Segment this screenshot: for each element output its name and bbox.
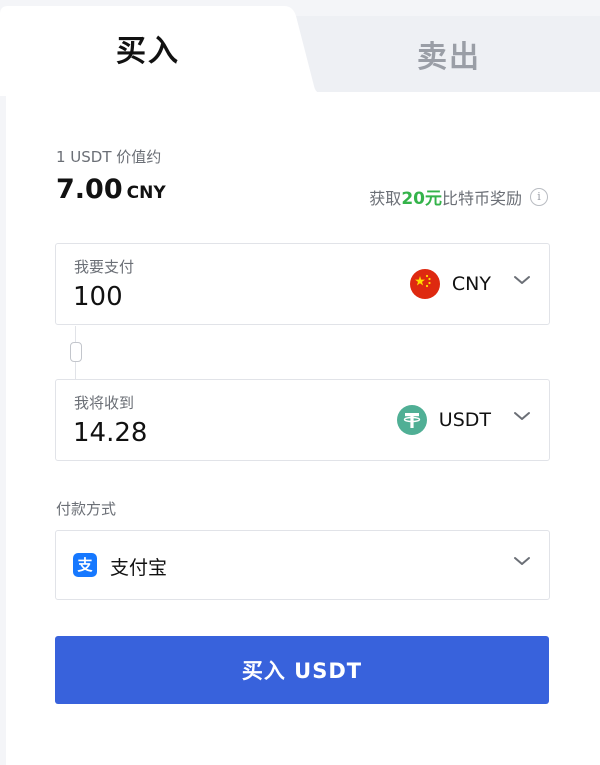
tab-buy[interactable]: 买入	[0, 0, 296, 96]
tether-icon	[396, 405, 427, 435]
chevron-down-icon[interactable]	[513, 410, 531, 422]
payment-method-label: 付款方式	[56, 500, 117, 518]
receive-amount-field[interactable]: 我将收到 14.28 USDT	[55, 379, 550, 461]
receive-amount-label: 我将收到	[74, 394, 135, 412]
promo-prefix: 获取	[369, 188, 402, 208]
promo-text[interactable]: 获取 20元 比特币奖励 i	[369, 184, 548, 209]
receive-currency-label: USDT	[438, 409, 491, 431]
receive-currency-select[interactable]: USDT	[396, 405, 491, 435]
info-icon[interactable]: i	[530, 187, 548, 206]
pay-amount-field[interactable]: 我要支付 100 CNY	[55, 243, 550, 325]
payment-method-select[interactable]: 支 支付宝	[55, 530, 550, 600]
chevron-down-icon[interactable]	[513, 274, 531, 286]
pay-amount-label: 我要支付	[74, 258, 135, 276]
promo-suffix: 比特币奖励	[441, 188, 522, 208]
trade-card: 卖出 买入 1 USDT 价值约 7.00 CNY 获取 20元 比特币奖励 i …	[0, 0, 600, 765]
rate-unit: CNY	[126, 183, 166, 203]
buy-usdt-button[interactable]: 买入 USDT	[55, 636, 549, 704]
link-icon	[70, 342, 82, 362]
pay-amount-input[interactable]: 100	[73, 282, 123, 312]
pay-currency-select[interactable]: CNY	[409, 269, 491, 299]
tab-sell[interactable]: 卖出	[298, 16, 600, 92]
promo-highlight: 20元	[401, 189, 442, 209]
payment-method-value: 支付宝	[110, 557, 168, 579]
receive-amount-input[interactable]: 14.28	[73, 418, 147, 448]
alipay-icon: 支	[73, 553, 97, 577]
rate-value: 7.00 CNY	[56, 174, 166, 205]
pay-currency-label: CNY	[451, 273, 491, 295]
china-flag-icon	[409, 269, 440, 299]
chevron-down-icon[interactable]	[513, 555, 531, 567]
rate-number: 7.00	[56, 174, 123, 205]
rate-label: 1 USDT 价值约	[56, 148, 162, 166]
